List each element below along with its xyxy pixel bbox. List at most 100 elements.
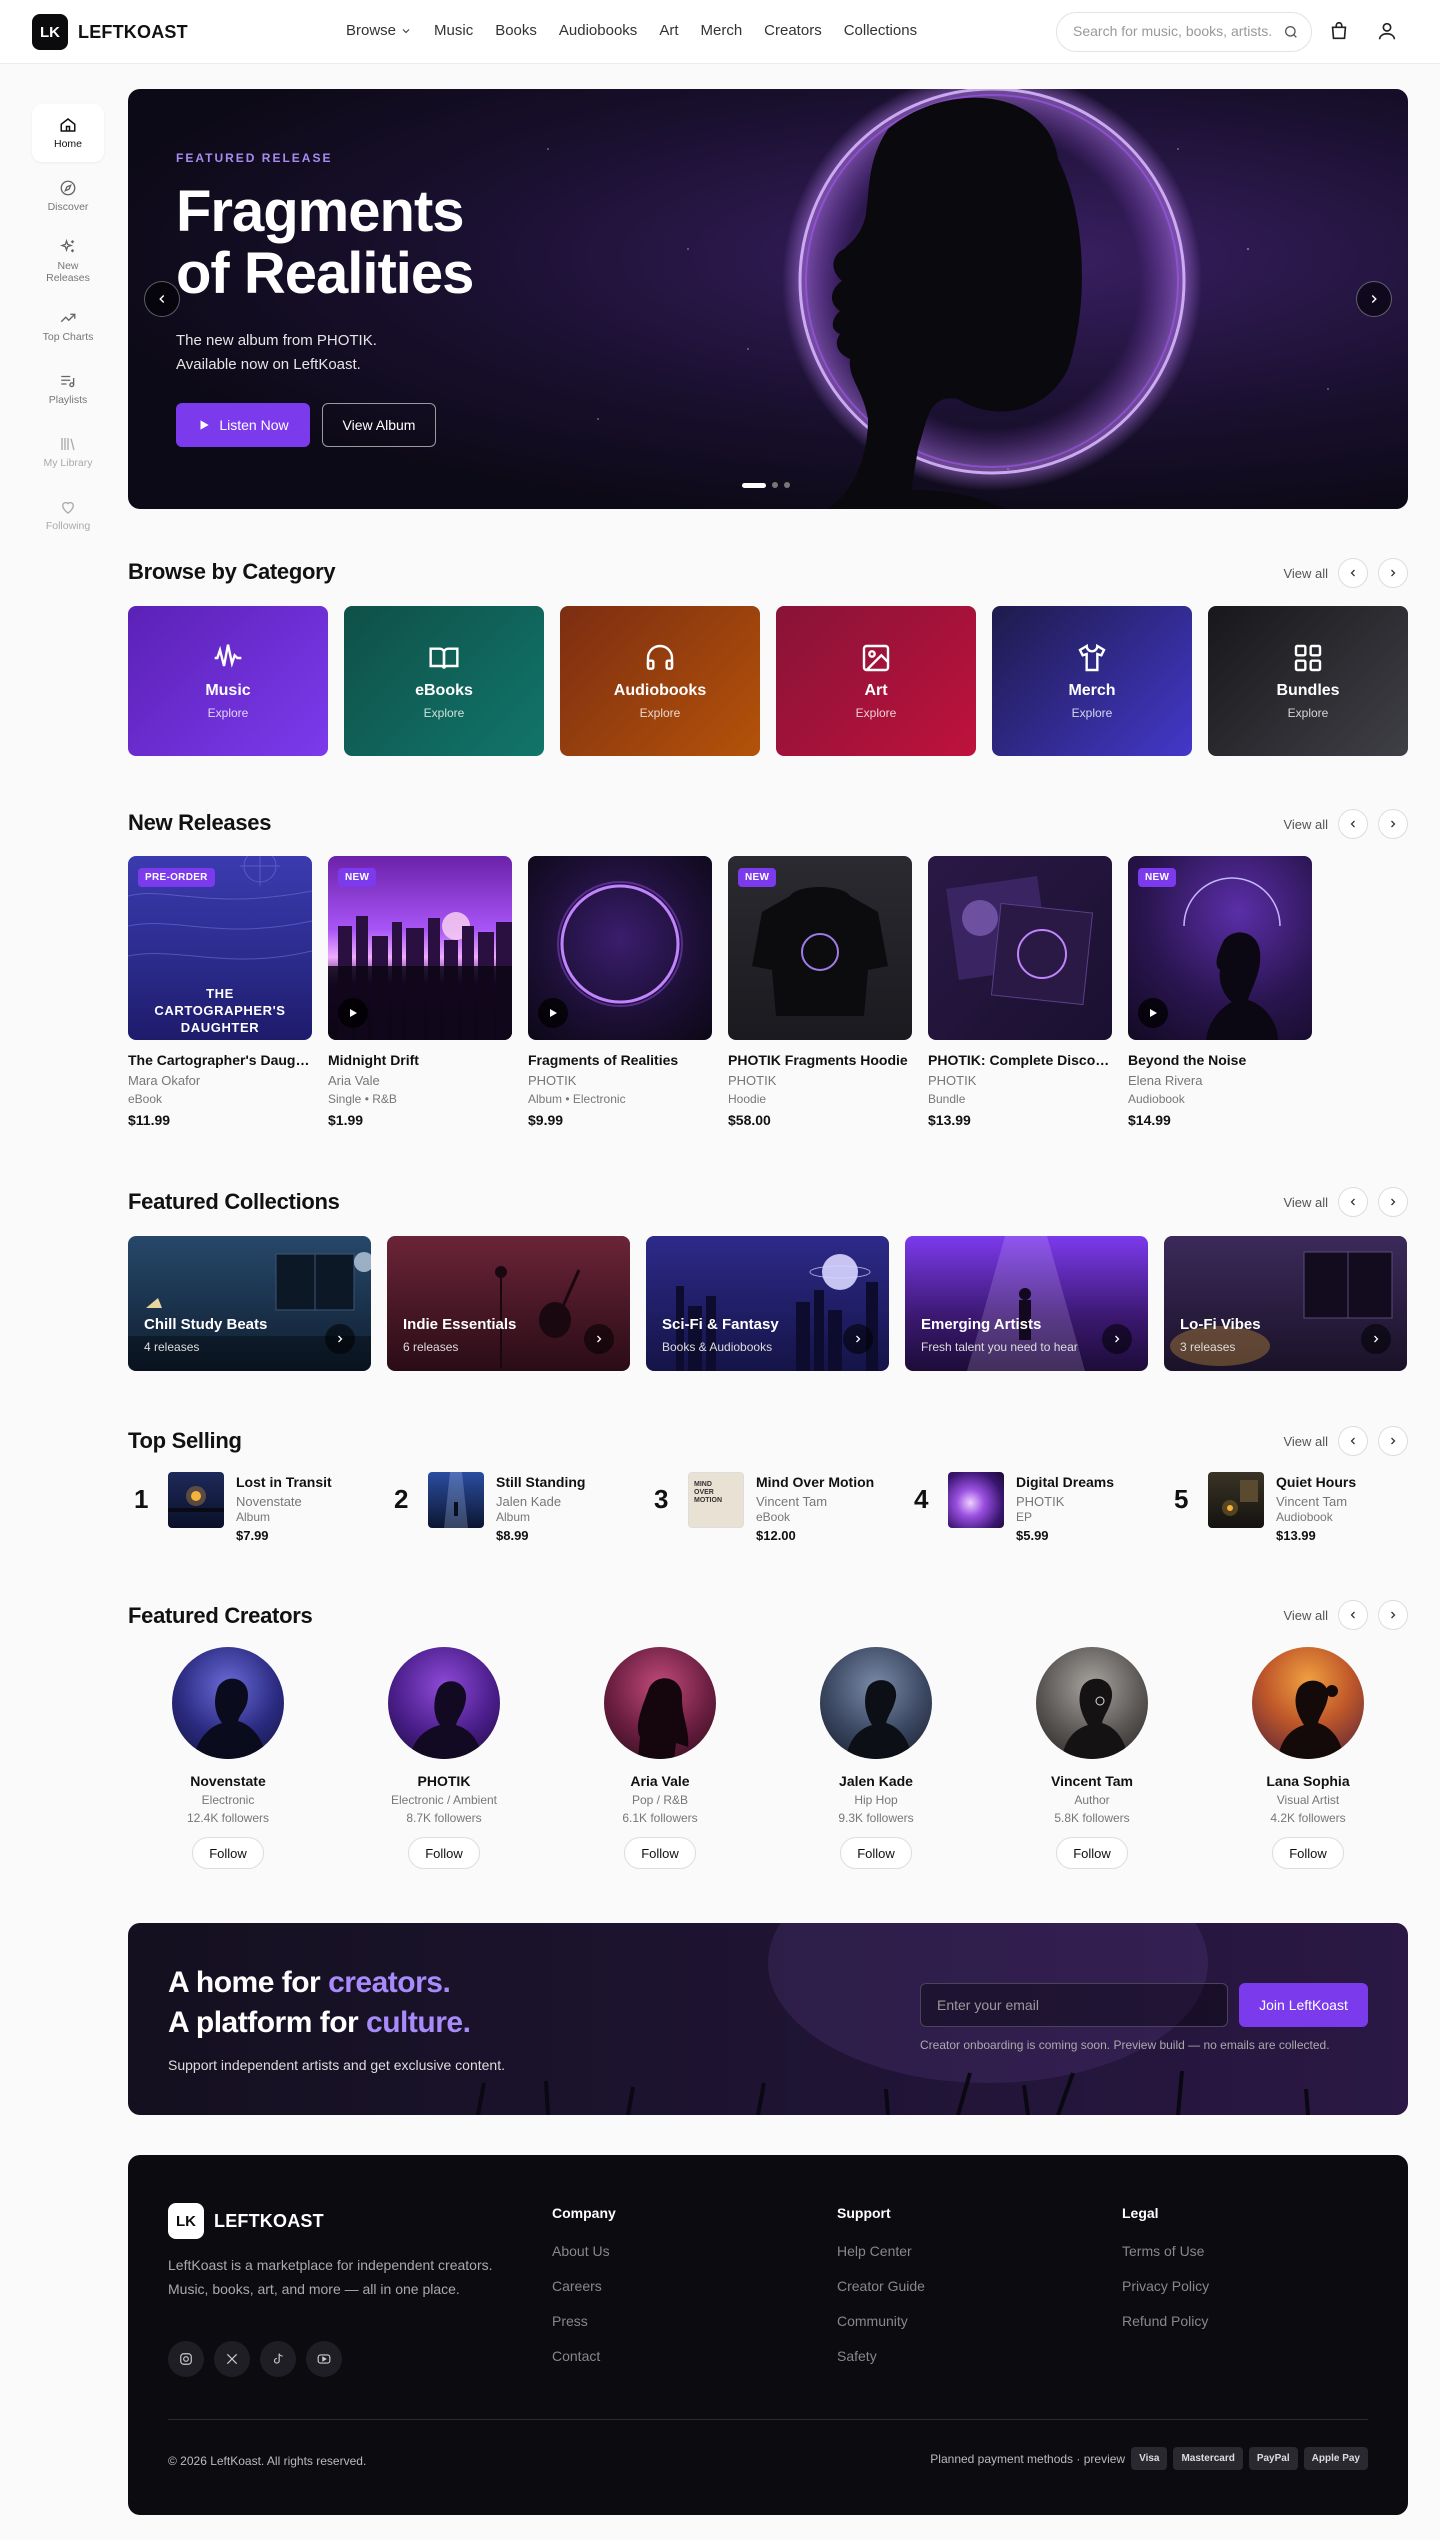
follow-button[interactable]: Follow bbox=[1056, 1837, 1128, 1869]
collection-open-button[interactable] bbox=[584, 1324, 614, 1354]
prev-button[interactable] bbox=[1338, 809, 1368, 839]
hero-prev-button[interactable] bbox=[144, 281, 180, 317]
prev-button[interactable] bbox=[1338, 1187, 1368, 1217]
top-selling-item[interactable]: 2 Still Standing Jalen Kade Album $8.99 bbox=[388, 1472, 628, 1543]
footer-link[interactable]: Contact bbox=[552, 2348, 616, 2364]
search-input[interactable] bbox=[1073, 23, 1273, 39]
product-artist[interactable]: PHOTIK bbox=[528, 1073, 712, 1088]
creator-name[interactable]: Vincent Tam bbox=[992, 1773, 1192, 1789]
category-audiobooks[interactable]: Audiobooks Explore bbox=[560, 606, 760, 756]
user-icon[interactable] bbox=[1376, 20, 1398, 42]
avatar[interactable] bbox=[172, 1647, 284, 1759]
product-card[interactable]: PRE-ORDER THE CARTOGRAPHER'S DAUGHTER Th… bbox=[128, 856, 312, 1128]
join-button[interactable]: Join LeftKoast bbox=[1239, 1983, 1368, 2027]
avatar[interactable] bbox=[1036, 1647, 1148, 1759]
footer-link[interactable]: Safety bbox=[837, 2348, 925, 2364]
play-button[interactable] bbox=[1138, 998, 1168, 1028]
product-artist[interactable]: PHOTIK bbox=[728, 1073, 912, 1088]
avatar[interactable] bbox=[1252, 1647, 1364, 1759]
product-card[interactable]: NEW Midnight Drift Aria Vale Single • R&… bbox=[328, 856, 512, 1128]
play-button[interactable] bbox=[338, 998, 368, 1028]
nav-merch[interactable]: Merch bbox=[700, 22, 742, 39]
follow-button[interactable]: Follow bbox=[1272, 1837, 1344, 1869]
view-album-button[interactable]: View Album bbox=[322, 403, 436, 447]
nav-music[interactable]: Music bbox=[434, 22, 473, 39]
prev-button[interactable] bbox=[1338, 558, 1368, 588]
footer-link[interactable]: Refund Policy bbox=[1122, 2313, 1209, 2329]
view-all-link[interactable]: View all bbox=[1283, 817, 1328, 832]
creator-name[interactable]: Aria Vale bbox=[560, 1773, 760, 1789]
footer-link[interactable]: Terms of Use bbox=[1122, 2243, 1209, 2259]
collection-card[interactable]: Lo-Fi Vibes 3 releases bbox=[1164, 1236, 1407, 1371]
footer-link[interactable]: Creator Guide bbox=[837, 2278, 925, 2294]
carousel-dot[interactable] bbox=[742, 482, 766, 488]
collection-card[interactable]: Chill Study Beats 4 releases bbox=[128, 1236, 371, 1371]
play-button[interactable] bbox=[538, 998, 568, 1028]
nav-browse[interactable]: Browse bbox=[346, 22, 412, 39]
follow-button[interactable]: Follow bbox=[840, 1837, 912, 1869]
footer-link[interactable]: Careers bbox=[552, 2278, 616, 2294]
category-merch[interactable]: Merch Explore bbox=[992, 606, 1192, 756]
next-button[interactable] bbox=[1378, 558, 1408, 588]
collection-card[interactable]: Emerging Artists Fresh talent you need t… bbox=[905, 1236, 1148, 1371]
collection-card[interactable]: Sci-Fi & Fantasy Books & Audiobooks bbox=[646, 1236, 889, 1371]
creator-card[interactable]: Jalen Kade Hip Hop 9.3K followers Follow bbox=[776, 1647, 976, 1869]
top-selling-item[interactable]: 5 Quiet Hours Vincent Tam Audiobook $13.… bbox=[1168, 1472, 1408, 1543]
view-all-link[interactable]: View all bbox=[1283, 1608, 1328, 1623]
category-art[interactable]: Art Explore bbox=[776, 606, 976, 756]
top-selling-item[interactable]: 3 MIND OVER MOTION Mind Over Motion Vinc… bbox=[648, 1472, 888, 1543]
product-artist[interactable]: PHOTIK bbox=[928, 1073, 1112, 1088]
follow-button[interactable]: Follow bbox=[408, 1837, 480, 1869]
sidebar-item-my-library[interactable]: My Library bbox=[32, 423, 104, 481]
product-title[interactable]: Fragments of Realities bbox=[528, 1052, 712, 1068]
nav-collections[interactable]: Collections bbox=[844, 22, 917, 39]
category-bundles[interactable]: Bundles Explore bbox=[1208, 606, 1408, 756]
product-title[interactable]: Beyond the Noise bbox=[1128, 1052, 1312, 1068]
product-artist[interactable]: Elena Rivera bbox=[1128, 1073, 1312, 1088]
product-card[interactable]: PHOTIK: Complete Discography PHOTIK Bund… bbox=[928, 856, 1112, 1128]
view-all-link[interactable]: View all bbox=[1283, 566, 1328, 581]
footer-link[interactable]: Press bbox=[552, 2313, 616, 2329]
footer-link[interactable]: Community bbox=[837, 2313, 925, 2329]
collection-open-button[interactable] bbox=[843, 1324, 873, 1354]
nav-books[interactable]: Books bbox=[495, 22, 537, 39]
footer-logo[interactable]: LK LEFTKOAST bbox=[168, 2203, 324, 2239]
sidebar-item-new-releases[interactable]: New Releases bbox=[32, 230, 104, 292]
product-title[interactable]: PHOTIK Fragments Hoodie bbox=[728, 1052, 912, 1068]
nav-audiobooks[interactable]: Audiobooks bbox=[559, 22, 637, 39]
instagram-icon[interactable] bbox=[168, 2341, 204, 2377]
top-selling-item[interactable]: 1 Lost in Transit Novenstate Album $7.99 bbox=[128, 1472, 368, 1543]
collection-open-button[interactable] bbox=[1102, 1324, 1132, 1354]
next-button[interactable] bbox=[1378, 1600, 1408, 1630]
cart-icon[interactable] bbox=[1328, 20, 1350, 42]
view-all-link[interactable]: View all bbox=[1283, 1195, 1328, 1210]
x-twitter-icon[interactable] bbox=[214, 2341, 250, 2377]
follow-button[interactable]: Follow bbox=[192, 1837, 264, 1869]
logo[interactable]: LK LEFTKOAST bbox=[32, 14, 188, 50]
next-button[interactable] bbox=[1378, 1426, 1408, 1456]
creator-card[interactable]: PHOTIK Electronic / Ambient 8.7K followe… bbox=[344, 1647, 544, 1869]
category-ebooks[interactable]: eBooks Explore bbox=[344, 606, 544, 756]
avatar[interactable] bbox=[820, 1647, 932, 1759]
avatar[interactable] bbox=[604, 1647, 716, 1759]
creator-name[interactable]: Jalen Kade bbox=[776, 1773, 976, 1789]
nav-art[interactable]: Art bbox=[659, 22, 678, 39]
product-title[interactable]: PHOTIK: Complete Discography bbox=[928, 1052, 1112, 1068]
hero-next-button[interactable] bbox=[1356, 281, 1392, 317]
email-field[interactable] bbox=[937, 1997, 1207, 2013]
product-title[interactable]: The Cartographer's Daughter bbox=[128, 1052, 312, 1068]
category-music[interactable]: Music Explore bbox=[128, 606, 328, 756]
carousel-dot[interactable] bbox=[784, 482, 790, 488]
creator-card[interactable]: Aria Vale Pop / R&B 6.1K followers Follo… bbox=[560, 1647, 760, 1869]
sidebar-item-discover[interactable]: Discover bbox=[32, 167, 104, 225]
collection-card[interactable]: Indie Essentials 6 releases bbox=[387, 1236, 630, 1371]
top-selling-item[interactable]: 4 Digital Dreams PHOTIK EP $5.99 bbox=[908, 1472, 1148, 1543]
tiktok-icon[interactable] bbox=[260, 2341, 296, 2377]
view-all-link[interactable]: View all bbox=[1283, 1434, 1328, 1449]
creator-card[interactable]: Novenstate Electronic 12.4K followers Fo… bbox=[128, 1647, 328, 1869]
listen-now-button[interactable]: Listen Now bbox=[176, 403, 310, 447]
prev-button[interactable] bbox=[1338, 1600, 1368, 1630]
nav-creators[interactable]: Creators bbox=[764, 22, 822, 39]
avatar[interactable] bbox=[388, 1647, 500, 1759]
product-card[interactable]: NEW PHOTIK Fragments Hoodie PHOTIK Hoodi… bbox=[728, 856, 912, 1128]
